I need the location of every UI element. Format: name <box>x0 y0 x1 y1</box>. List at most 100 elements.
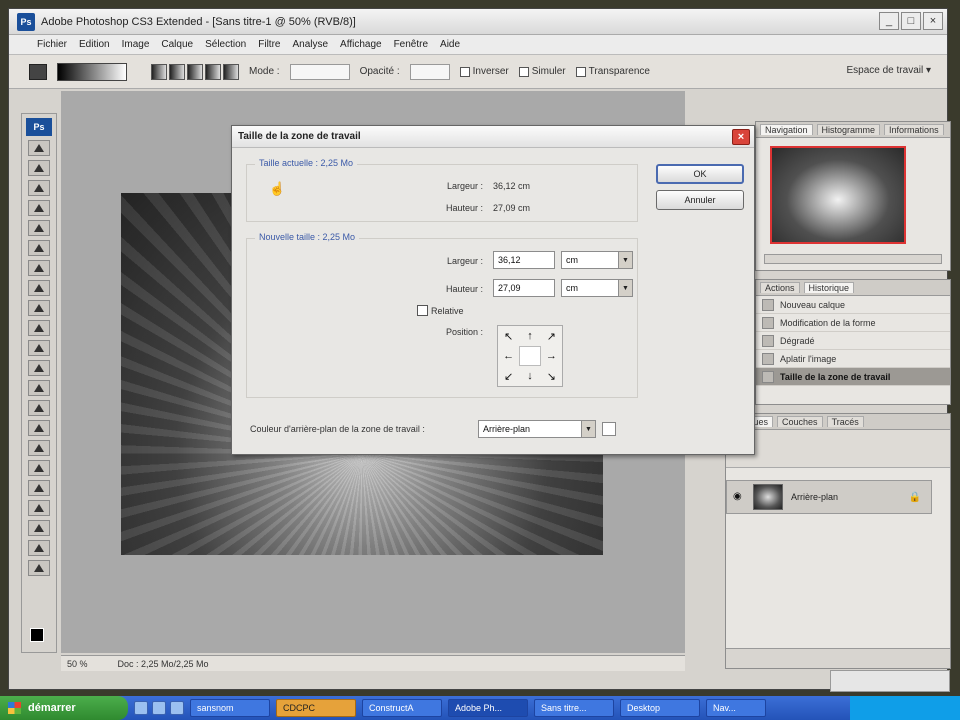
zoom-level[interactable]: 50 % <box>67 659 88 669</box>
menu-fichier[interactable]: Fichier <box>37 39 67 50</box>
marquee-tool-icon[interactable] <box>28 160 50 176</box>
reflected-gradient-icon[interactable] <box>205 63 221 80</box>
crop-tool-icon[interactable] <box>28 220 50 236</box>
task-button[interactable]: sansnom <box>190 699 270 717</box>
menu-fenetre[interactable]: Fenêtre <box>394 39 428 50</box>
arrow-up-right-icon[interactable]: ↗ <box>541 326 562 346</box>
menu-bar: Fichier Edition Image Calque Sélection F… <box>9 35 947 55</box>
opacity-field[interactable] <box>409 63 450 80</box>
menu-affichage[interactable]: Affichage <box>340 39 382 50</box>
gradient-picker[interactable] <box>57 62 127 81</box>
height-unit-select[interactable]: cm ▼ <box>561 279 633 297</box>
hand-tool-icon[interactable] <box>28 540 50 556</box>
anchor-grid: ↖ ↑ ↗ ← → ↙ ↓ ↘ <box>497 325 563 387</box>
arrow-down-right-icon[interactable]: ↘ <box>541 366 562 386</box>
arrow-right-icon[interactable]: → <box>541 346 562 366</box>
quick-launch-icon[interactable] <box>152 701 166 715</box>
history-item[interactable]: Modification de la forme <box>756 314 950 332</box>
history-brush-tool-icon[interactable] <box>28 320 50 336</box>
arrow-left-icon[interactable]: ← <box>498 346 519 366</box>
inverse-checkbox[interactable]: Inverser <box>459 66 509 77</box>
type-tool-icon[interactable] <box>28 440 50 456</box>
quick-launch-icon[interactable] <box>134 701 148 715</box>
anchor-center[interactable] <box>519 346 541 366</box>
quick-launch-icon[interactable] <box>170 701 184 715</box>
eraser-tool-icon[interactable] <box>28 340 50 356</box>
navigator-preview[interactable] <box>770 146 906 244</box>
slice-tool-icon[interactable] <box>28 240 50 256</box>
tab-history[interactable]: Historique <box>803 282 855 293</box>
task-button[interactable]: Desktop <box>620 699 700 717</box>
task-button[interactable]: Sans titre... <box>534 699 614 717</box>
bg-color-select[interactable]: Arrière-plan ▼ <box>478 420 596 438</box>
close-window-button[interactable]: × <box>923 12 943 30</box>
eyedropper-tool-icon[interactable] <box>28 520 50 536</box>
shape-tool-icon[interactable] <box>28 480 50 496</box>
zoom-tool-icon[interactable] <box>28 560 50 576</box>
arrow-down-icon[interactable]: ↓ <box>519 366 540 386</box>
transparency-checkbox[interactable]: Transparence <box>575 66 650 77</box>
foreground-color-swatch[interactable] <box>30 628 44 642</box>
radial-gradient-icon[interactable] <box>169 63 185 80</box>
arrow-up-icon[interactable]: ↑ <box>519 326 540 346</box>
history-item[interactable]: Nouveau calque <box>756 296 950 314</box>
start-button[interactable]: démarrer <box>0 696 128 720</box>
task-button[interactable]: Nav... <box>706 699 766 717</box>
stamp-tool-icon[interactable] <box>28 300 50 316</box>
linear-gradient-icon[interactable] <box>151 63 167 80</box>
menu-aide[interactable]: Aide <box>440 39 460 50</box>
tab-channels[interactable]: Couches <box>777 416 823 427</box>
menu-edition[interactable]: Edition <box>79 39 110 50</box>
arrow-up-left-icon[interactable]: ↖ <box>498 326 519 346</box>
relative-checkbox[interactable]: Relative <box>417 305 464 316</box>
bg-color-swatch[interactable] <box>602 422 616 436</box>
magic-wand-tool-icon[interactable] <box>28 200 50 216</box>
menu-filtre[interactable]: Filtre <box>258 39 280 50</box>
current-height-label: Hauteur : <box>445 203 483 213</box>
task-button[interactable]: CDCPC <box>276 699 356 717</box>
menu-image[interactable]: Image <box>122 39 150 50</box>
task-button-active[interactable]: Adobe Ph... <box>448 699 528 717</box>
layer-row[interactable]: ◉ Arrière-plan 🔒 <box>726 480 932 514</box>
close-icon[interactable]: × <box>732 129 750 145</box>
move-tool-icon[interactable] <box>28 140 50 156</box>
healing-tool-icon[interactable] <box>28 260 50 276</box>
photoshop-badge-icon: Ps <box>26 118 52 136</box>
gradient-tool-icon[interactable] <box>29 63 47 80</box>
path-selection-tool-icon[interactable] <box>28 460 50 476</box>
history-item-active[interactable]: Taille de la zone de travail <box>756 368 950 386</box>
menu-selection[interactable]: Sélection <box>205 39 246 50</box>
dither-checkbox[interactable]: Simuler <box>518 66 566 77</box>
brush-tool-icon[interactable] <box>28 280 50 296</box>
tab-actions[interactable]: Actions <box>760 282 800 293</box>
task-button[interactable]: ConstructA <box>362 699 442 717</box>
ok-button[interactable]: OK <box>656 164 744 184</box>
notes-tool-icon[interactable] <box>28 500 50 516</box>
pen-tool-icon[interactable] <box>28 420 50 436</box>
height-input[interactable]: 27,09 <box>493 279 555 297</box>
maximize-button[interactable]: □ <box>901 12 921 30</box>
lasso-tool-icon[interactable] <box>28 180 50 196</box>
menu-calque[interactable]: Calque <box>161 39 193 50</box>
minimize-button[interactable]: _ <box>879 12 899 30</box>
width-input[interactable]: 36,12 <box>493 251 555 269</box>
dodge-tool-icon[interactable] <box>28 400 50 416</box>
workspace-menu[interactable]: Espace de travail ▾ <box>846 65 931 76</box>
blur-tool-icon[interactable] <box>28 380 50 396</box>
tab-navigation[interactable]: Navigation <box>760 124 813 135</box>
history-item[interactable]: Aplatir l'image <box>756 350 950 368</box>
eye-icon[interactable]: ◉ <box>733 492 745 502</box>
diamond-gradient-icon[interactable] <box>223 63 239 80</box>
navigator-zoom-slider[interactable] <box>764 254 942 264</box>
angle-gradient-icon[interactable] <box>187 63 203 80</box>
arrow-down-left-icon[interactable]: ↙ <box>498 366 519 386</box>
tab-info[interactable]: Informations <box>884 124 944 135</box>
width-unit-select[interactable]: cm ▼ <box>561 251 633 269</box>
mode-select[interactable] <box>289 63 350 80</box>
tab-paths[interactable]: Tracés <box>826 416 864 427</box>
menu-analyse[interactable]: Analyse <box>292 39 328 50</box>
history-item[interactable]: Dégradé <box>756 332 950 350</box>
cancel-button[interactable]: Annuler <box>656 190 744 210</box>
tab-histogram[interactable]: Histogramme <box>816 124 881 135</box>
gradient-tool-icon[interactable] <box>28 360 50 376</box>
